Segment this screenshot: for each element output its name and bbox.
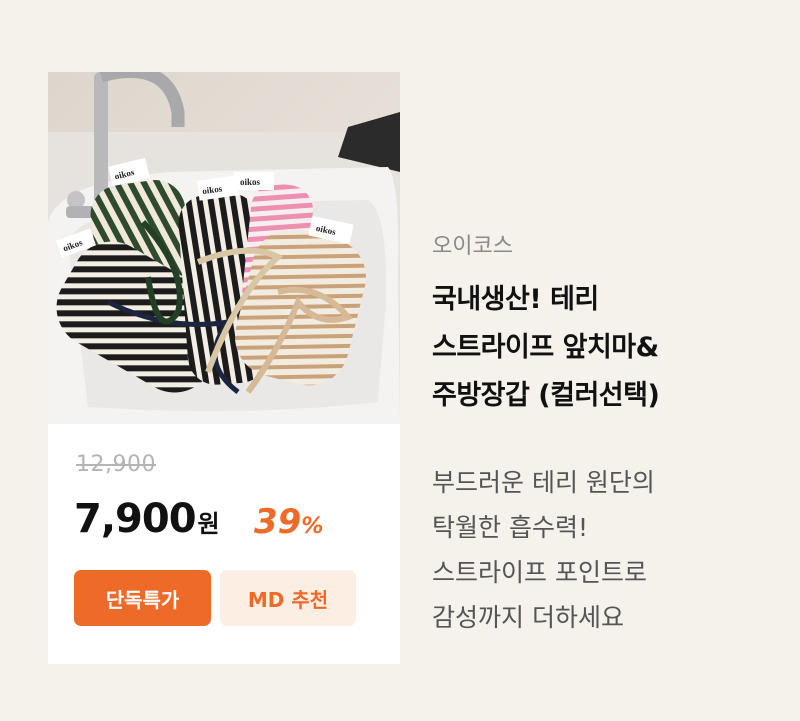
product-title[interactable]: 국내생산! 테리 스트라이프 앞치마& 주방장갑 (컬러선택)	[432, 276, 772, 420]
tag-label-3: oikos	[240, 177, 261, 187]
brand-name[interactable]: 오이코스	[432, 228, 513, 260]
description-line: 스트라이프 포인트로	[432, 558, 647, 587]
sale-price: 7,900원	[74, 496, 220, 544]
title-line: 스트라이프 앞치마&	[432, 332, 659, 363]
product-description: 부드러운 테리 원단의 탁월한 흡수력! 스트라이프 포인트로 감성까지 더하세…	[432, 460, 772, 640]
discount-unit: %	[301, 514, 324, 539]
title-line: 국내생산! 테리	[432, 284, 599, 315]
description-line: 감성까지 더하세요	[432, 603, 624, 632]
sale-price-value: 7,900	[74, 496, 197, 542]
product-card[interactable]: oikos oikos oikos oikos oikos 12,900 7,9…	[48, 72, 400, 664]
exclusive-deal-badge: 단독특가	[74, 570, 211, 626]
md-pick-badge: MD 추천	[220, 570, 356, 626]
product-image[interactable]: oikos oikos oikos oikos oikos	[48, 72, 400, 424]
currency-unit: 원	[197, 510, 220, 538]
description-line: 탁월한 흡수력!	[432, 513, 588, 542]
discount-rate: 39%	[254, 502, 323, 542]
title-line: 주방장갑 (컬러선택)	[432, 380, 660, 411]
original-price: 12,900	[76, 452, 156, 477]
discount-value: 39	[254, 502, 302, 542]
description-line: 부드러운 테리 원단의	[432, 468, 655, 497]
